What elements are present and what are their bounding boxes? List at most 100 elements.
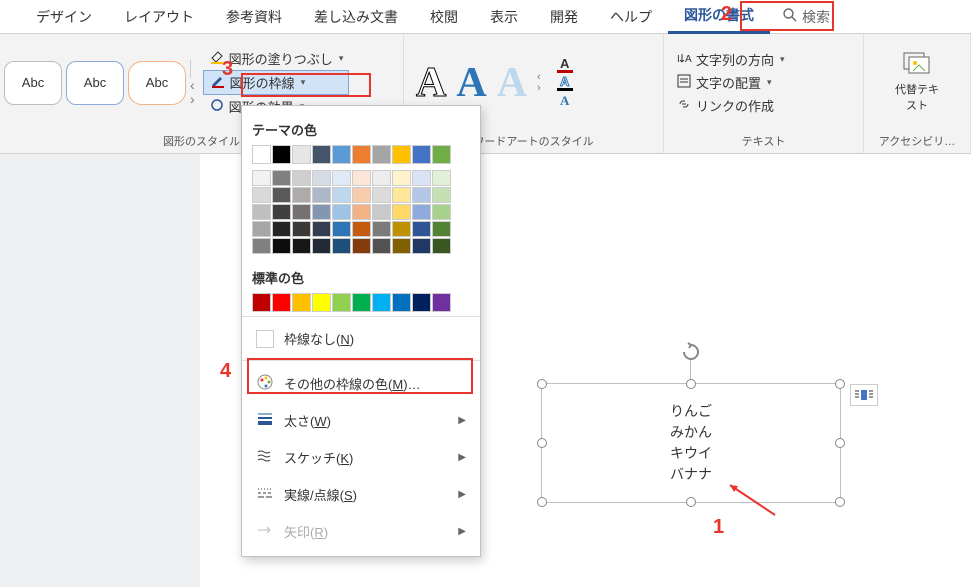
color-swatch[interactable] — [252, 187, 271, 203]
color-swatch[interactable] — [252, 170, 271, 186]
color-swatch[interactable] — [272, 187, 291, 203]
color-swatch[interactable] — [332, 221, 351, 237]
color-swatch[interactable] — [392, 204, 411, 220]
color-swatch[interactable] — [412, 221, 431, 237]
color-swatch[interactable] — [392, 221, 411, 237]
selected-text-box[interactable]: りんご みかん キウイ バナナ — [541, 383, 841, 503]
color-swatch[interactable] — [372, 221, 391, 237]
color-swatch[interactable] — [412, 238, 431, 254]
color-swatch[interactable] — [272, 293, 291, 312]
color-swatch[interactable] — [392, 145, 411, 164]
color-swatch[interactable] — [372, 293, 391, 312]
color-swatch[interactable] — [312, 170, 331, 186]
color-swatch[interactable] — [292, 221, 311, 237]
shape-style-preset-3[interactable]: Abc — [128, 61, 186, 105]
color-swatch[interactable] — [292, 204, 311, 220]
color-swatch[interactable] — [392, 293, 411, 312]
wordart-preset-1[interactable]: A — [416, 59, 446, 107]
color-swatch[interactable] — [432, 221, 451, 237]
tab-design[interactable]: デザイン — [20, 1, 108, 33]
color-swatch[interactable] — [332, 170, 351, 186]
rotate-handle[interactable] — [681, 342, 701, 362]
color-swatch[interactable] — [432, 293, 451, 312]
resize-handle[interactable] — [686, 379, 696, 389]
color-swatch[interactable] — [432, 187, 451, 203]
color-swatch[interactable] — [312, 238, 331, 254]
color-swatch[interactable] — [352, 293, 371, 312]
color-swatch[interactable] — [352, 221, 371, 237]
wordart-preset-3[interactable]: A — [497, 59, 527, 107]
color-swatch[interactable] — [352, 238, 371, 254]
color-swatch[interactable] — [272, 145, 291, 164]
create-link-button[interactable]: リンクの作成 — [674, 95, 787, 116]
tab-review[interactable]: 校閲 — [414, 1, 474, 33]
color-swatch[interactable] — [432, 204, 451, 220]
tab-help[interactable]: ヘルプ — [594, 1, 668, 33]
color-swatch[interactable] — [312, 204, 331, 220]
color-swatch[interactable] — [372, 238, 391, 254]
tab-references[interactable]: 参考資料 — [210, 1, 298, 33]
resize-handle[interactable] — [835, 438, 845, 448]
color-swatch[interactable] — [292, 293, 311, 312]
tab-view[interactable]: 表示 — [474, 1, 534, 33]
resize-handle[interactable] — [537, 379, 547, 389]
color-swatch[interactable] — [272, 221, 291, 237]
color-swatch[interactable] — [392, 187, 411, 203]
color-swatch[interactable] — [432, 238, 451, 254]
color-swatch[interactable] — [332, 187, 351, 203]
color-swatch[interactable] — [432, 145, 451, 164]
outline-sketch-item[interactable]: スケッチ(K) ▶ — [252, 439, 470, 476]
color-swatch[interactable] — [412, 170, 431, 186]
color-swatch[interactable] — [392, 238, 411, 254]
color-swatch[interactable] — [332, 204, 351, 220]
color-swatch[interactable] — [372, 170, 391, 186]
text-direction-button[interactable]: IA 文字列の方向▾ — [674, 49, 787, 70]
resize-handle[interactable] — [537, 497, 547, 507]
outline-weight-item[interactable]: 太さ(W) ▶ — [252, 402, 470, 439]
color-swatch[interactable] — [332, 293, 351, 312]
color-swatch[interactable] — [312, 293, 331, 312]
text-effects-icon[interactable]: A — [557, 93, 573, 109]
color-swatch[interactable] — [252, 238, 271, 254]
color-swatch[interactable] — [352, 187, 371, 203]
color-swatch[interactable] — [372, 187, 391, 203]
shape-style-preset-1[interactable]: Abc — [4, 61, 62, 105]
color-swatch[interactable] — [252, 204, 271, 220]
color-swatch[interactable] — [292, 238, 311, 254]
color-swatch[interactable] — [332, 238, 351, 254]
resize-handle[interactable] — [835, 379, 845, 389]
color-swatch[interactable] — [292, 187, 311, 203]
color-swatch[interactable] — [312, 221, 331, 237]
tab-developer[interactable]: 開発 — [534, 1, 594, 33]
resize-handle[interactable] — [835, 497, 845, 507]
color-swatch[interactable] — [412, 204, 431, 220]
wordart-preset-2[interactable]: A — [456, 59, 486, 107]
alt-text-button[interactable]: 代替テキスト — [887, 48, 947, 117]
color-swatch[interactable] — [312, 145, 331, 164]
color-swatch[interactable] — [252, 293, 271, 312]
color-swatch[interactable] — [352, 204, 371, 220]
text-align-button[interactable]: 文字の配置▾ — [674, 72, 787, 93]
no-outline-item[interactable]: 枠線なし(N) — [252, 321, 470, 356]
color-swatch[interactable] — [292, 170, 311, 186]
resize-handle[interactable] — [686, 497, 696, 507]
color-swatch[interactable] — [352, 145, 371, 164]
color-swatch[interactable] — [272, 238, 291, 254]
document-canvas[interactable] — [0, 154, 971, 587]
color-swatch[interactable] — [352, 170, 371, 186]
color-swatch[interactable] — [332, 145, 351, 164]
color-swatch[interactable] — [252, 145, 271, 164]
color-swatch[interactable] — [432, 170, 451, 186]
tab-mailings[interactable]: 差し込み文書 — [298, 1, 414, 33]
color-swatch[interactable] — [412, 187, 431, 203]
text-outline-icon[interactable]: A — [557, 75, 573, 91]
text-fill-icon[interactable]: A — [557, 57, 573, 73]
color-swatch[interactable] — [272, 204, 291, 220]
color-swatch[interactable] — [252, 221, 271, 237]
shape-style-gallery-scroller[interactable]: ‹ › — [190, 45, 195, 121]
color-swatch[interactable] — [292, 145, 311, 164]
wordart-gallery-scroller[interactable]: ‹› — [537, 45, 541, 121]
color-swatch[interactable] — [412, 293, 431, 312]
color-swatch[interactable] — [372, 145, 391, 164]
layout-options-button[interactable] — [850, 384, 878, 406]
